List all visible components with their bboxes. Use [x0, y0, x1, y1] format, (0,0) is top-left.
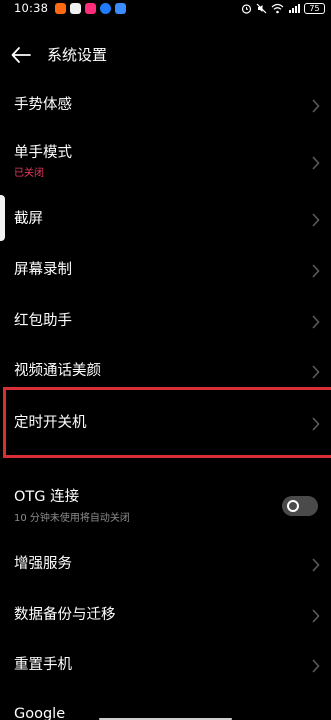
list-item-gesture[interactable]: 手势体感	[0, 90, 331, 122]
list-item-label: 手势体感	[14, 97, 72, 113]
chevron-right-icon	[312, 365, 320, 379]
edge-panel-handle[interactable]	[0, 195, 5, 241]
app-icon-blue	[100, 2, 112, 14]
app-icon-pink	[85, 2, 97, 14]
toggle-knob	[287, 500, 299, 512]
list-item-label: 截屏	[14, 211, 43, 227]
list-item-scheduled-power[interactable]: 定时开关机	[0, 405, 331, 441]
list-item-label: 数据备份与迁移	[14, 607, 116, 623]
chevron-right-icon	[312, 659, 320, 673]
alarm-icon	[241, 3, 252, 14]
list-item-screen-record[interactable]: 屏幕录制	[0, 254, 331, 286]
list-item-video-beauty[interactable]: 视频通话美颜	[0, 355, 331, 387]
status-time: 10:38	[14, 1, 49, 15]
chevron-right-icon	[312, 558, 320, 572]
list-item-backup[interactable]: 数据备份与迁移	[0, 599, 331, 631]
status-text: 10 分钟未使用将自动关闭	[14, 513, 130, 524]
list-item-enhanced-services[interactable]: 增强服务	[0, 548, 331, 580]
list-item-label: 单手模式	[14, 145, 72, 161]
list-item-label: 增强服务	[14, 556, 72, 572]
otg-toggle[interactable]	[282, 496, 318, 516]
chevron-right-icon	[312, 156, 320, 170]
list-item-label: OTG 连接	[14, 489, 80, 505]
page-title: 系统设置	[47, 46, 108, 64]
app-icon-orange	[55, 2, 67, 14]
list-item-google[interactable]: Google	[0, 700, 331, 720]
list-item-label: Google	[14, 706, 66, 720]
app-header: 系统设置	[0, 40, 331, 70]
signal-icon	[289, 3, 300, 13]
list-item-label: 重置手机	[14, 657, 72, 673]
list-item-red-packet[interactable]: 红包助手	[0, 305, 331, 337]
list-item-label: 红包助手	[14, 313, 72, 329]
app-icon-chat	[70, 2, 82, 14]
app-icon-blue-2	[115, 2, 127, 14]
chevron-right-icon	[312, 213, 320, 227]
chevron-right-icon	[312, 417, 320, 431]
list-item-label: 视频通话美颜	[14, 363, 101, 379]
chevron-right-icon	[312, 99, 320, 113]
list-item-label: 定时开关机	[14, 415, 87, 431]
status-text: 已关闭	[14, 168, 44, 179]
battery-icon: 75	[304, 2, 325, 14]
back-arrow-icon[interactable]	[10, 45, 32, 65]
list-item-reset[interactable]: 重置手机	[0, 649, 331, 681]
list-item-screenshot[interactable]: 截屏	[0, 203, 331, 235]
wifi-icon	[271, 3, 284, 13]
status-bar: 10:38 75	[0, 0, 331, 16]
status-bar-left: 10:38	[14, 1, 127, 15]
chevron-right-icon	[312, 315, 320, 329]
settings-screen: 10:38 75 系统设置 手势体感 单手模式 已关闭 截屏 屏幕录制 红包助手…	[0, 0, 331, 720]
status-bar-right: 75	[241, 2, 325, 14]
list-item-label: 屏幕录制	[14, 262, 72, 278]
list-item-one-hand[interactable]: 单手模式 已关闭	[0, 140, 331, 186]
chevron-right-icon	[312, 609, 320, 623]
mute-icon	[256, 3, 267, 13]
chevron-right-icon	[312, 264, 320, 278]
